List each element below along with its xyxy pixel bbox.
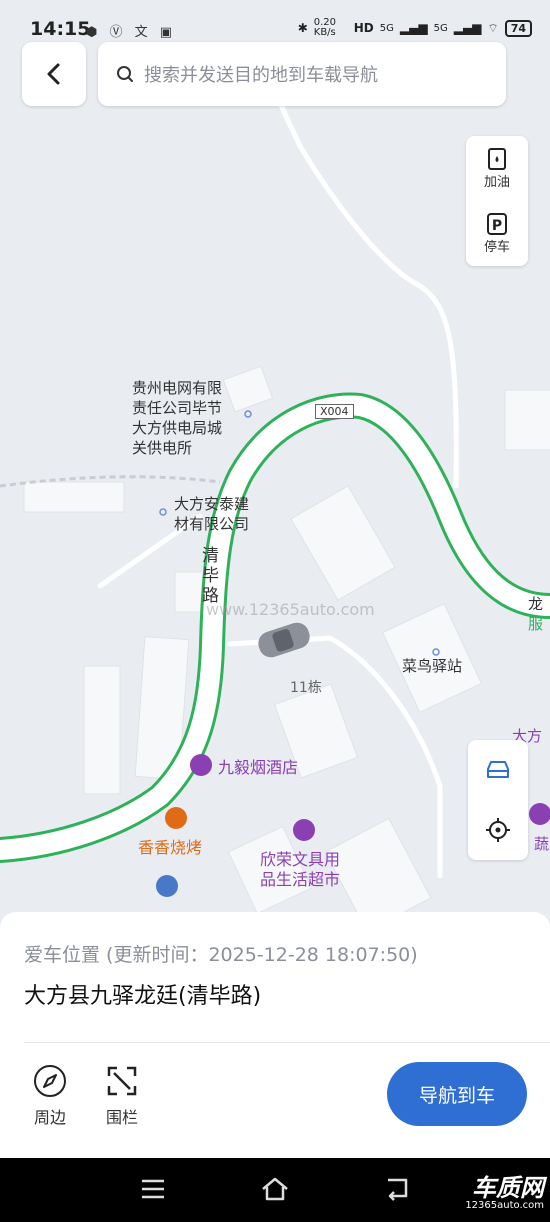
system-nav-bar <box>0 1158 550 1222</box>
fence-label: 围栏 <box>105 1108 138 1127</box>
status-bar: 14:15 ⬢ Ⓥ 文 ▣ ✱ 0.20 KB/s HD 5G ▂▄▆ 5G ▂… <box>0 0 550 46</box>
fence-icon <box>107 1066 137 1096</box>
brand-logo: 车质网 <box>472 1174 544 1202</box>
compass-icon <box>34 1065 66 1097</box>
parking-icon: P <box>487 213 507 235</box>
battery-indicator: 74 <box>504 19 532 37</box>
poi-label[interactable]: 香香烧烤 <box>138 838 202 858</box>
edge-label: 服 <box>528 615 544 633</box>
road-badge: X004 <box>315 404 354 419</box>
status-right: ✱ 0.20 KB/s HD 5G ▂▄▆ 5G ▂▄▆ ⌔ 74 <box>298 18 532 38</box>
car-marker <box>258 622 310 658</box>
menu-icon[interactable] <box>140 1178 166 1200</box>
car-address: 大方县九驿龙廷(清毕路) <box>24 984 262 1009</box>
edge-label: 龙 <box>528 595 544 613</box>
my-location-button[interactable] <box>468 800 528 860</box>
poi-label[interactable]: 欣荣文具用 品生活超市 <box>260 850 340 890</box>
locate-icon <box>486 818 510 842</box>
net-speed: 0.20 KB/s <box>313 17 337 38</box>
watermark: www.12365auto.com <box>206 600 375 619</box>
wifi-icon: ⌔ <box>487 20 499 35</box>
brand-url: 12365auto.com <box>465 1200 544 1211</box>
location-meta: 爱车位置 (更新时间：2025-12-28 18:07:50) <box>24 944 418 966</box>
home-icon[interactable] <box>260 1176 290 1202</box>
back-button[interactable] <box>22 42 86 106</box>
search-input[interactable]: 搜索并发送目的地到车载导航 <box>98 42 506 106</box>
hd-signal-label: HD <box>353 21 374 35</box>
fence-button[interactable]: 围栏 <box>92 1064 152 1128</box>
edge-label: 蔬 <box>534 835 550 853</box>
poi-label[interactable]: 贵州电网有限 责任公司毕节 大方供电局城 关供电所 <box>132 378 222 458</box>
back-arrow-icon <box>47 63 60 85</box>
navigate-to-car-button[interactable]: 导航到车 <box>387 1062 527 1126</box>
fuel-button[interactable]: 加油 <box>466 136 528 201</box>
search-placeholder: 搜索并发送目的地到车载导航 <box>144 65 378 86</box>
search-icon <box>117 66 133 82</box>
signal-bars-icon-2: ▂▄▆ <box>453 21 482 35</box>
parking-label: 停车 <box>483 240 510 255</box>
poi-label[interactable]: 大方安泰建 材有限公司 <box>174 494 249 534</box>
building-label: 11栋 <box>290 680 322 696</box>
nearby-button[interactable]: 周边 <box>20 1064 80 1128</box>
signal-bars-icon: ▂▄▆ <box>399 21 428 35</box>
car-icon <box>487 761 509 778</box>
poi-label[interactable]: 九毅烟酒店 <box>218 758 298 778</box>
parking-button[interactable]: P 停车 <box>466 201 528 266</box>
signal-5g-1: 5G <box>379 22 394 34</box>
divider <box>24 1042 550 1043</box>
side-tools-panel: 加油 P 停车 <box>466 136 528 266</box>
poi-label[interactable]: 菜鸟驿站 <box>402 656 462 676</box>
map-controls-panel <box>468 740 528 860</box>
status-time: 14:15 <box>30 18 91 40</box>
bottom-sheet: 爱车位置 (更新时间：2025-12-28 18:07:50) 大方县九驿龙廷(… <box>0 912 550 1158</box>
fuel-label: 加油 <box>483 175 510 190</box>
bluetooth-icon: ✱ <box>297 21 308 35</box>
signal-5g-2: 5G <box>433 22 448 34</box>
back-nav-icon[interactable] <box>384 1176 412 1202</box>
road-name-label: 清毕路 <box>202 546 219 606</box>
svg-text:P: P <box>492 218 502 234</box>
status-app-icons: ⬢ Ⓥ 文 ▣ <box>86 25 177 40</box>
nearby-label: 周边 <box>33 1108 66 1127</box>
fuel-icon <box>488 148 506 170</box>
car-locate-button[interactable] <box>468 740 528 800</box>
